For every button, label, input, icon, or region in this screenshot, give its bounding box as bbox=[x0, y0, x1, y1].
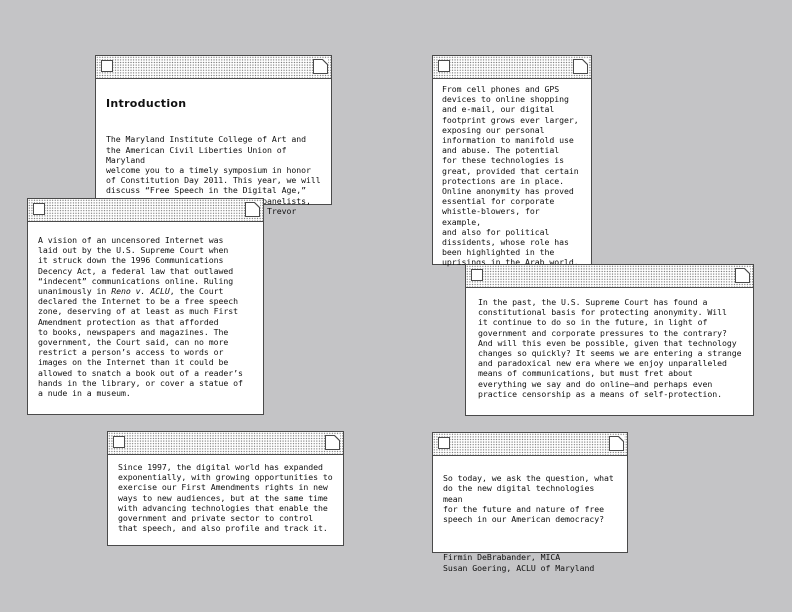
since-1997-text: Since 1997, the digital world has expand… bbox=[118, 462, 333, 534]
internet-text-part2: , the Court declared the Internet to be … bbox=[38, 286, 243, 399]
close-box-icon[interactable] bbox=[33, 203, 45, 215]
window-closing-question[interactable]: So today, we ask the question, what do t… bbox=[432, 432, 628, 573]
resize-corner-icon[interactable] bbox=[735, 268, 750, 283]
signature-block: Firmin DeBrabander, MICA Susan Goering, … bbox=[443, 552, 595, 573]
title-bar[interactable] bbox=[96, 56, 331, 79]
close-box-icon[interactable] bbox=[113, 436, 125, 448]
case-name-reno-v-aclu: Reno v. ACLU bbox=[111, 286, 170, 297]
title-bar[interactable] bbox=[466, 265, 753, 288]
close-box-icon[interactable] bbox=[438, 437, 450, 449]
window-digital-footprint[interactable]: From cell phones and GPS devices to onli… bbox=[432, 55, 592, 268]
resize-corner-icon[interactable] bbox=[609, 436, 624, 451]
anonymity-text: In the past, the U.S. Supreme Court has … bbox=[478, 297, 742, 399]
title-bar[interactable] bbox=[433, 433, 627, 456]
close-box-icon[interactable] bbox=[101, 60, 113, 72]
close-box-icon[interactable] bbox=[471, 269, 483, 281]
window-uncensored-internet[interactable]: A vision of an uncensored Internet was l… bbox=[27, 198, 264, 415]
resize-corner-icon[interactable] bbox=[325, 435, 340, 450]
resize-corner-icon[interactable] bbox=[313, 59, 328, 74]
title-bar[interactable] bbox=[28, 199, 263, 222]
closing-question-text: So today, we ask the question, what do t… bbox=[443, 473, 614, 525]
introduction-heading: Introduction bbox=[106, 97, 187, 111]
title-bar[interactable] bbox=[108, 432, 343, 455]
close-box-icon[interactable] bbox=[438, 60, 450, 72]
resize-corner-icon[interactable] bbox=[245, 202, 260, 217]
uncensored-internet-text: A vision of an uncensored Internet was l… bbox=[28, 222, 263, 398]
title-bar[interactable] bbox=[433, 56, 591, 79]
window-since-1997[interactable]: Since 1997, the digital world has expand… bbox=[107, 431, 344, 546]
window-anonymity[interactable]: In the past, the U.S. Supreme Court has … bbox=[465, 264, 754, 416]
digital-footprint-text: From cell phones and GPS devices to onli… bbox=[442, 84, 579, 268]
resize-corner-icon[interactable] bbox=[573, 59, 588, 74]
window-introduction[interactable]: Introduction The Maryland Institute Coll… bbox=[95, 55, 332, 226]
